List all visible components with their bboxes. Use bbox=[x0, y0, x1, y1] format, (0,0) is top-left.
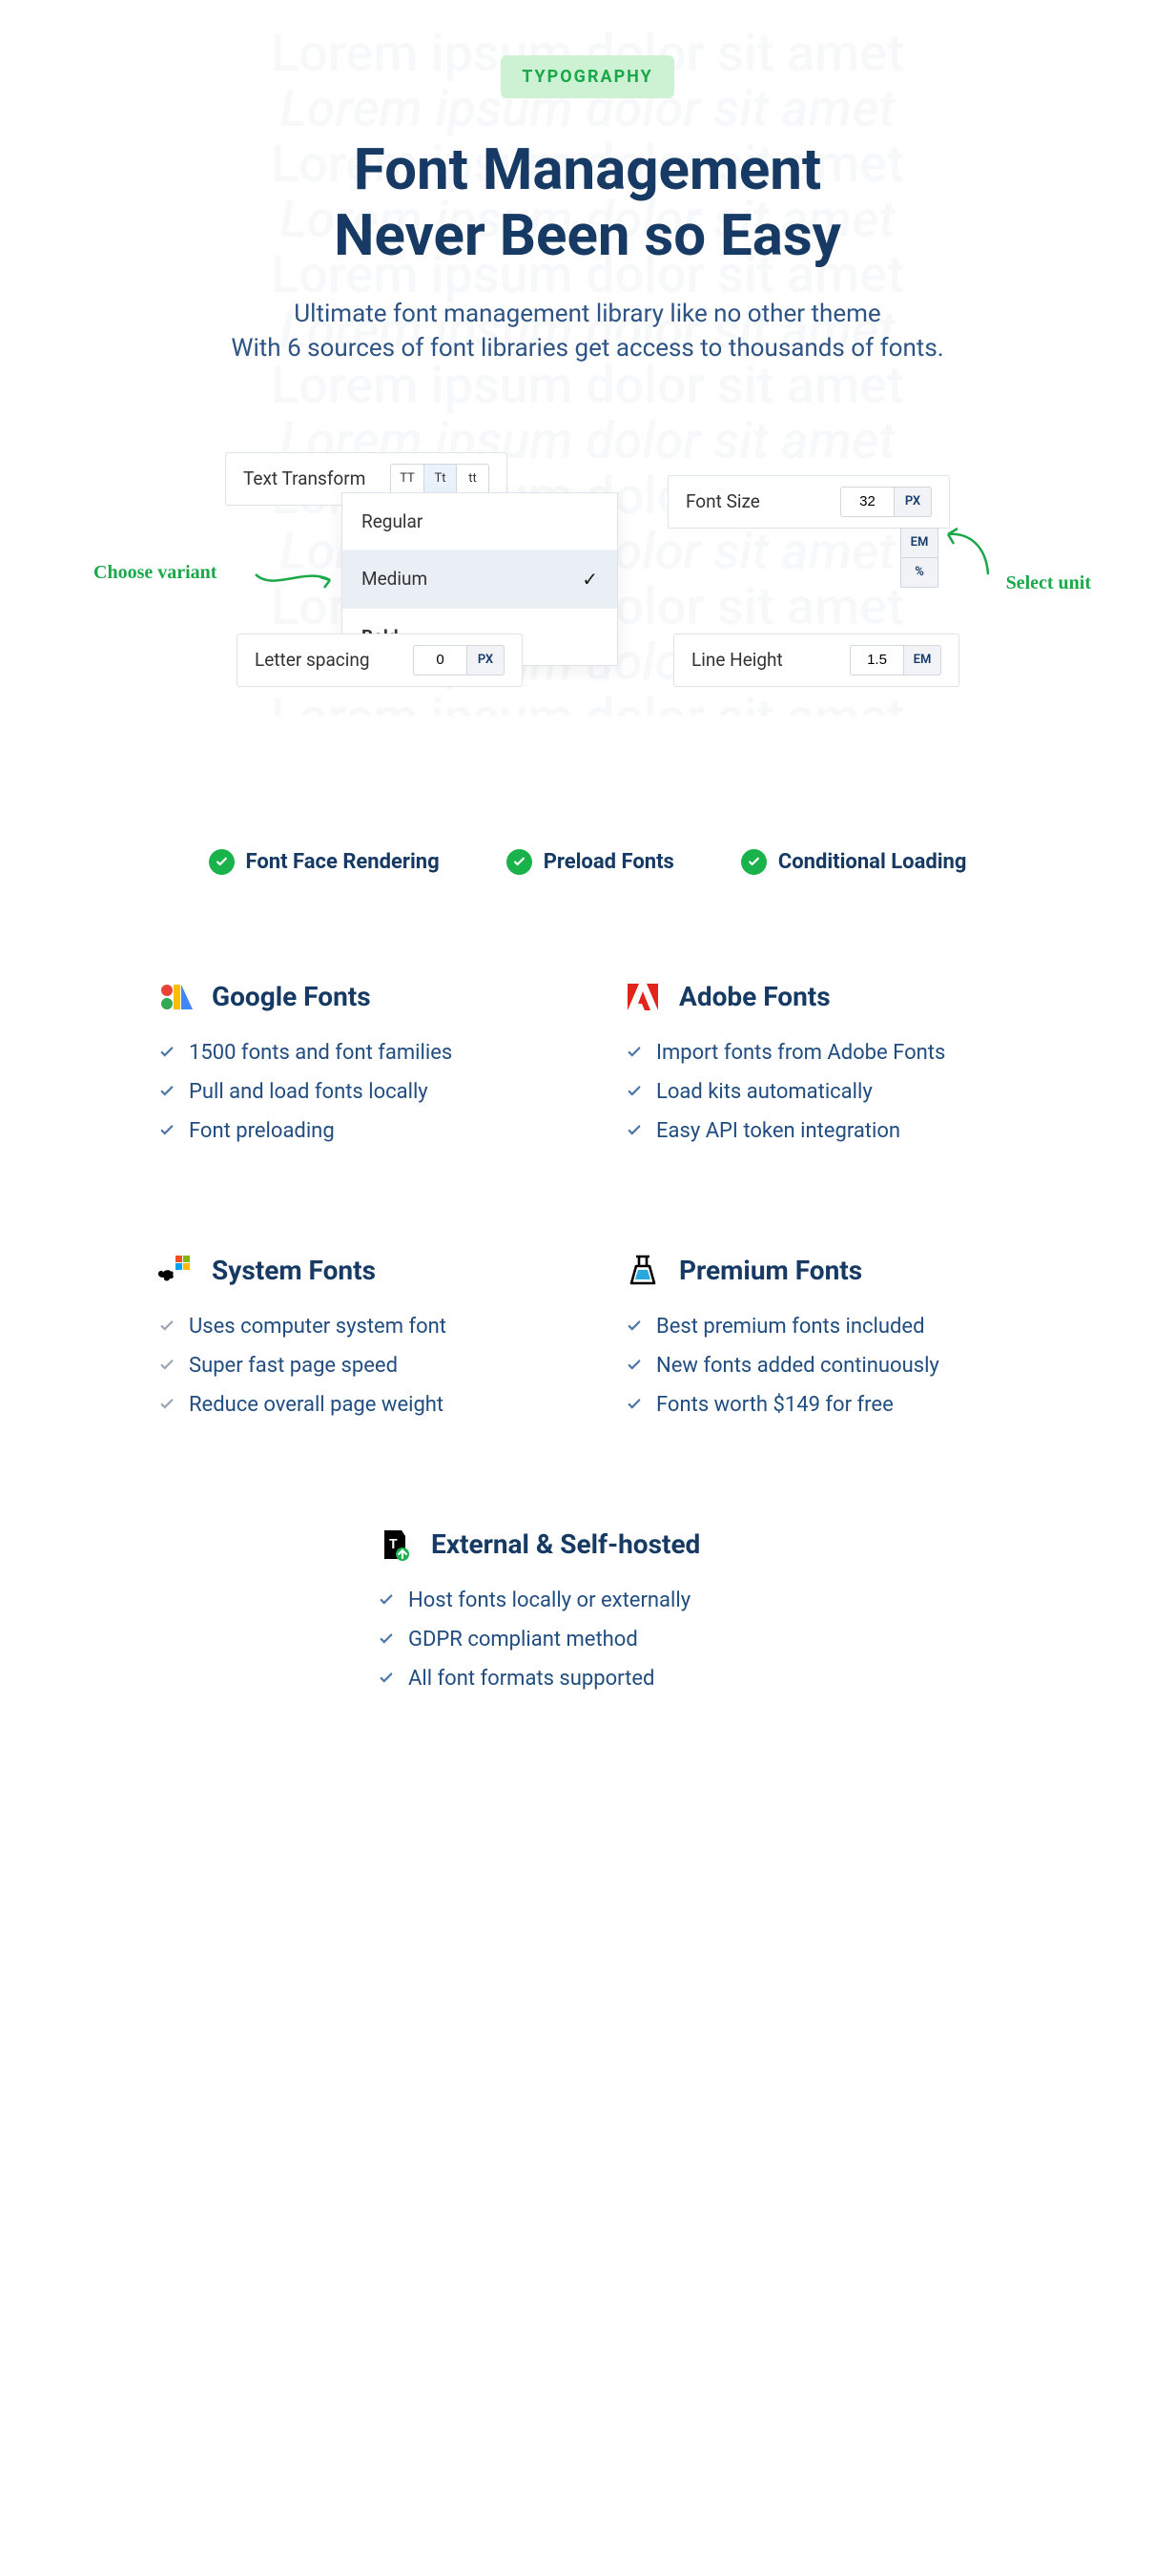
arrow-icon bbox=[940, 527, 998, 584]
text-transform-label: Text Transform bbox=[243, 467, 390, 489]
premium-fonts-icon bbox=[626, 1254, 660, 1288]
annotation-choose-variant: Choose variant bbox=[93, 562, 216, 584]
font-size-unit-dropdown[interactable]: EM % bbox=[900, 529, 938, 588]
adobe-fonts-icon bbox=[626, 980, 660, 1014]
font-sources-grid: Google Fonts 1500 fonts and font familie… bbox=[158, 980, 1017, 1706]
line-height-input[interactable] bbox=[850, 645, 903, 675]
system-fonts-icon bbox=[158, 1254, 193, 1288]
typography-demo-panel: Text Transform TT Tt tt Font Size PX EM … bbox=[196, 452, 979, 777]
source-adobe-fonts: Adobe Fonts Import fonts from Adobe Font… bbox=[626, 980, 1017, 1158]
check-icon: ✓ bbox=[582, 568, 598, 591]
annotation-select-unit: Select unit bbox=[1006, 572, 1091, 594]
page-title: Font Management Never Been so Easy bbox=[0, 136, 1175, 268]
letter-spacing-input[interactable] bbox=[413, 645, 466, 675]
letter-spacing-label: Letter spacing bbox=[255, 649, 413, 671]
letter-spacing-card: Letter spacing PX bbox=[237, 634, 523, 687]
font-size-unit-em[interactable]: EM bbox=[900, 528, 938, 558]
line-height-card: Line Height EM bbox=[673, 634, 959, 687]
feature-row: Font Face Rendering Preload Fonts Condit… bbox=[0, 849, 1175, 875]
source-system-fonts: System Fonts Uses computer system font S… bbox=[158, 1254, 549, 1432]
letter-spacing-unit-button[interactable]: PX bbox=[466, 645, 505, 675]
check-circle-icon bbox=[741, 849, 767, 875]
subtitle: Ultimate font management library like no… bbox=[0, 297, 1175, 366]
svg-text:T: T bbox=[389, 1537, 398, 1552]
text-transform-option-capitalize[interactable]: Tt bbox=[423, 465, 456, 493]
font-size-input[interactable] bbox=[840, 487, 894, 517]
line-height-label: Line Height bbox=[691, 649, 850, 671]
source-premium-fonts: Premium Fonts Best premium fonts include… bbox=[626, 1254, 1017, 1432]
google-fonts-icon bbox=[158, 980, 193, 1014]
font-size-card: Font Size PX bbox=[668, 475, 950, 529]
variant-option-medium[interactable]: Medium ✓ bbox=[342, 551, 617, 609]
line-height-unit-button[interactable]: EM bbox=[903, 645, 941, 675]
feature-conditional-loading: Conditional Loading bbox=[741, 849, 967, 875]
variant-option-regular[interactable]: Regular bbox=[342, 493, 617, 551]
check-circle-icon bbox=[209, 849, 235, 875]
source-google-fonts: Google Fonts 1500 fonts and font familie… bbox=[158, 980, 549, 1158]
font-size-unit-percent[interactable]: % bbox=[900, 557, 938, 588]
check-circle-icon bbox=[506, 849, 532, 875]
feature-font-face-rendering: Font Face Rendering bbox=[209, 849, 440, 875]
source-external-self-hosted: T External & Self-hosted Host fonts loca… bbox=[158, 1527, 1017, 1706]
external-fonts-icon: T bbox=[378, 1527, 412, 1562]
text-transform-option-lowercase[interactable]: tt bbox=[456, 465, 488, 493]
font-size-label: Font Size bbox=[686, 490, 840, 512]
arrow-icon bbox=[254, 565, 340, 593]
font-size-unit-button[interactable]: PX bbox=[894, 487, 932, 517]
text-transform-segmented[interactable]: TT Tt tt bbox=[390, 464, 489, 494]
text-transform-option-uppercase[interactable]: TT bbox=[391, 465, 423, 493]
category-badge: TYPOGRAPHY bbox=[501, 55, 674, 98]
feature-preload-fonts: Preload Fonts bbox=[506, 849, 674, 875]
